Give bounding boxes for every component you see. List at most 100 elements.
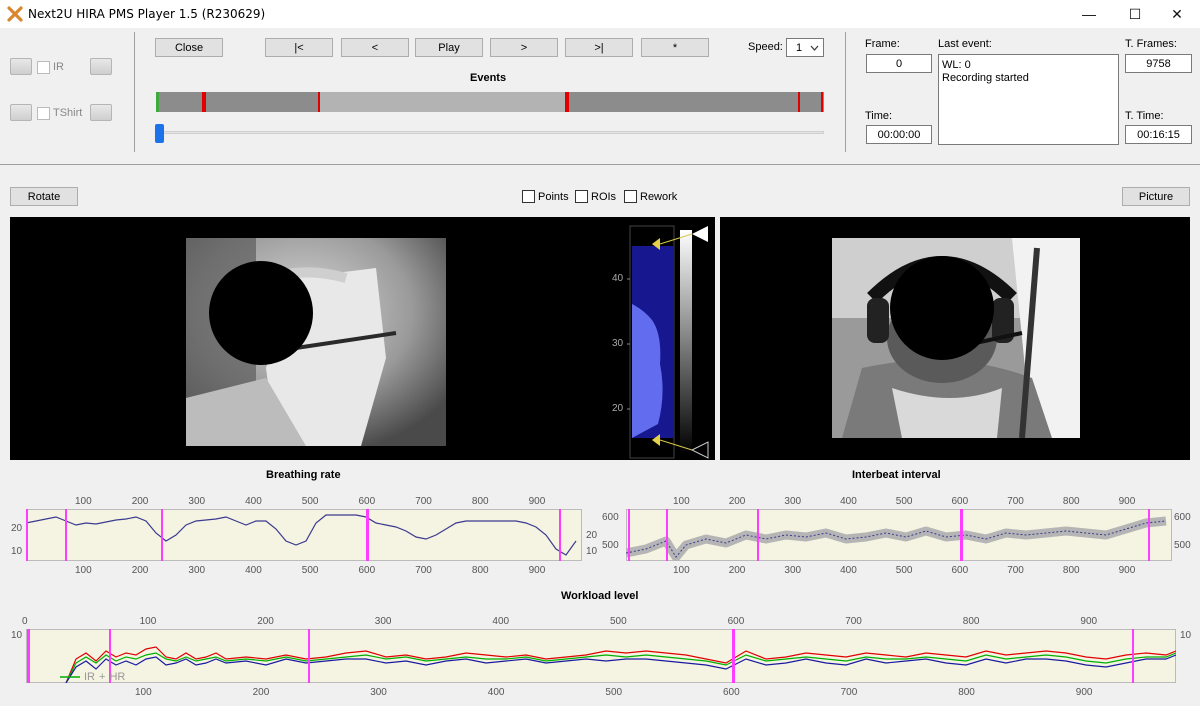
first-frame-button[interactable]: |< — [265, 38, 333, 57]
next-frame-button[interactable]: > — [490, 38, 558, 57]
maximize-button[interactable]: ☐ — [1112, 0, 1158, 28]
total-frames-field[interactable]: 9758 — [1125, 54, 1192, 73]
frame-field[interactable]: 0 — [866, 54, 932, 73]
wl-x-tick-top: 400 — [492, 616, 510, 627]
interbeat-interval-title: Interbeat interval — [852, 469, 941, 481]
ibi-y-tick: 500 — [602, 540, 619, 551]
minimize-button[interactable]: — — [1066, 0, 1112, 28]
br-x-tick-top: 400 — [245, 496, 262, 507]
events-bar[interactable] — [156, 92, 824, 112]
legend-hr: HR — [109, 671, 126, 683]
time-label: Time: — [865, 110, 893, 122]
legend-ir: IR — [84, 671, 95, 683]
workload-level-chart — [27, 629, 1176, 683]
ibi-x-tick-bottom: 200 — [728, 565, 746, 576]
separator — [0, 164, 1200, 165]
last-event-box[interactable]: WL: 0 Recording started — [938, 54, 1119, 145]
ir-left-button[interactable] — [10, 58, 32, 75]
tshirt-left-button[interactable] — [10, 104, 32, 121]
speed-select[interactable]: 1 — [786, 38, 824, 57]
separator — [845, 32, 846, 152]
wl-x-tick-bottom: 200 — [252, 687, 270, 698]
ir-right-button[interactable] — [90, 58, 112, 75]
wl-y-tick: 10 — [11, 630, 23, 641]
ibi-x-tick-top: 500 — [895, 496, 913, 507]
rotate-button[interactable]: Rotate — [10, 187, 78, 206]
rework-checkbox[interactable] — [624, 190, 637, 203]
ibi-x-tick-top: 100 — [673, 496, 690, 507]
camera-image — [832, 238, 1080, 438]
speed-label: Speed: — [748, 41, 783, 53]
ibi-x-tick-bottom: 500 — [895, 565, 913, 576]
wl-x-tick-top: 100 — [139, 616, 157, 627]
ibi-x-tick-bottom: 800 — [1062, 565, 1080, 576]
event-marker — [565, 92, 569, 112]
ir-label: IR — [53, 61, 64, 73]
ibi-y-tick-right: 600 — [1174, 512, 1191, 523]
interbeat-interval-chart — [626, 509, 1167, 561]
event-marker-start — [156, 92, 159, 112]
timeline-track[interactable] — [156, 131, 824, 134]
close-window-button[interactable]: ✕ — [1154, 0, 1200, 28]
br-x-tick-top: 200 — [131, 496, 149, 507]
ibi-y-tick-right: 500 — [1174, 540, 1191, 551]
prev-frame-button[interactable]: < — [341, 38, 409, 57]
br-x-tick-top: 900 — [528, 496, 546, 507]
ibi-x-tick-top: 400 — [840, 496, 857, 507]
ibi-x-tick-top: 900 — [1118, 496, 1136, 507]
tshirt-checkbox[interactable] — [37, 107, 50, 120]
points-checkbox[interactable] — [522, 190, 535, 203]
br-y-tick-right: 20 — [586, 530, 598, 541]
br-x-tick-top: 300 — [188, 496, 206, 507]
picture-button[interactable]: Picture — [1122, 187, 1190, 206]
wl-x-tick-top: 800 — [962, 616, 980, 627]
br-y-tick: 20 — [11, 523, 23, 534]
thermal-image — [186, 238, 446, 446]
total-time-label: T. Time: — [1125, 110, 1164, 122]
ibi-x-tick-bottom: 400 — [840, 565, 857, 576]
rois-checkbox[interactable] — [575, 190, 588, 203]
wl-x-tick-top: 900 — [1080, 616, 1098, 627]
br-x-tick-top: 600 — [358, 496, 376, 507]
tshirt-right-button[interactable] — [90, 104, 112, 121]
wl-x-tick-bottom: 100 — [135, 687, 152, 698]
ibi-x-tick-top: 300 — [784, 496, 802, 507]
chevron-down-icon — [810, 45, 819, 51]
timeline-slider-thumb[interactable] — [155, 124, 164, 143]
close-button[interactable]: Close — [155, 38, 223, 57]
event-marker — [202, 92, 206, 112]
frame-label: Frame: — [865, 38, 900, 50]
breathing-rate-chart — [26, 509, 577, 561]
ibi-x-tick-top: 800 — [1062, 496, 1080, 507]
ibi-x-tick-top: 600 — [951, 496, 969, 507]
br-x-tick-bottom: 400 — [245, 565, 262, 576]
colorbar-tick: 20 — [612, 403, 624, 414]
br-y-tick-right: 10 — [586, 546, 598, 557]
time-field[interactable]: 00:00:00 — [866, 125, 932, 144]
play-button[interactable]: Play — [415, 38, 483, 57]
app-logo-icon — [7, 6, 23, 22]
event-marker — [821, 92, 823, 112]
wl-x-tick-bottom: 600 — [723, 687, 740, 698]
speed-value: 1 — [796, 41, 803, 54]
last-frame-button[interactable]: >| — [565, 38, 633, 57]
events-title: Events — [470, 72, 507, 84]
wl-x-tick-top: 200 — [257, 616, 274, 627]
total-time-field[interactable]: 00:16:15 — [1125, 125, 1192, 144]
ibi-x-tick-bottom: 600 — [951, 565, 969, 576]
br-x-tick-top: 100 — [75, 496, 92, 507]
last-event-label: Last event: — [938, 38, 992, 50]
colorbar-tick: 30 — [612, 338, 624, 349]
wl-x-tick-bottom: 500 — [605, 687, 623, 698]
ibi-y-tick: 600 — [602, 512, 619, 523]
wl-x-tick-bottom: 800 — [958, 687, 975, 698]
ibi-x-tick-bottom: 900 — [1118, 565, 1136, 576]
br-x-tick-bottom: 600 — [358, 565, 376, 576]
total-frames-label: T. Frames: — [1125, 38, 1177, 50]
br-x-tick-bottom: 500 — [301, 565, 319, 576]
colorbar-tick: 40 — [612, 273, 624, 284]
br-x-tick-top: 700 — [415, 496, 432, 507]
star-button[interactable]: * — [641, 38, 709, 57]
ir-checkbox[interactable] — [37, 61, 50, 74]
br-x-tick-top: 800 — [471, 496, 489, 507]
